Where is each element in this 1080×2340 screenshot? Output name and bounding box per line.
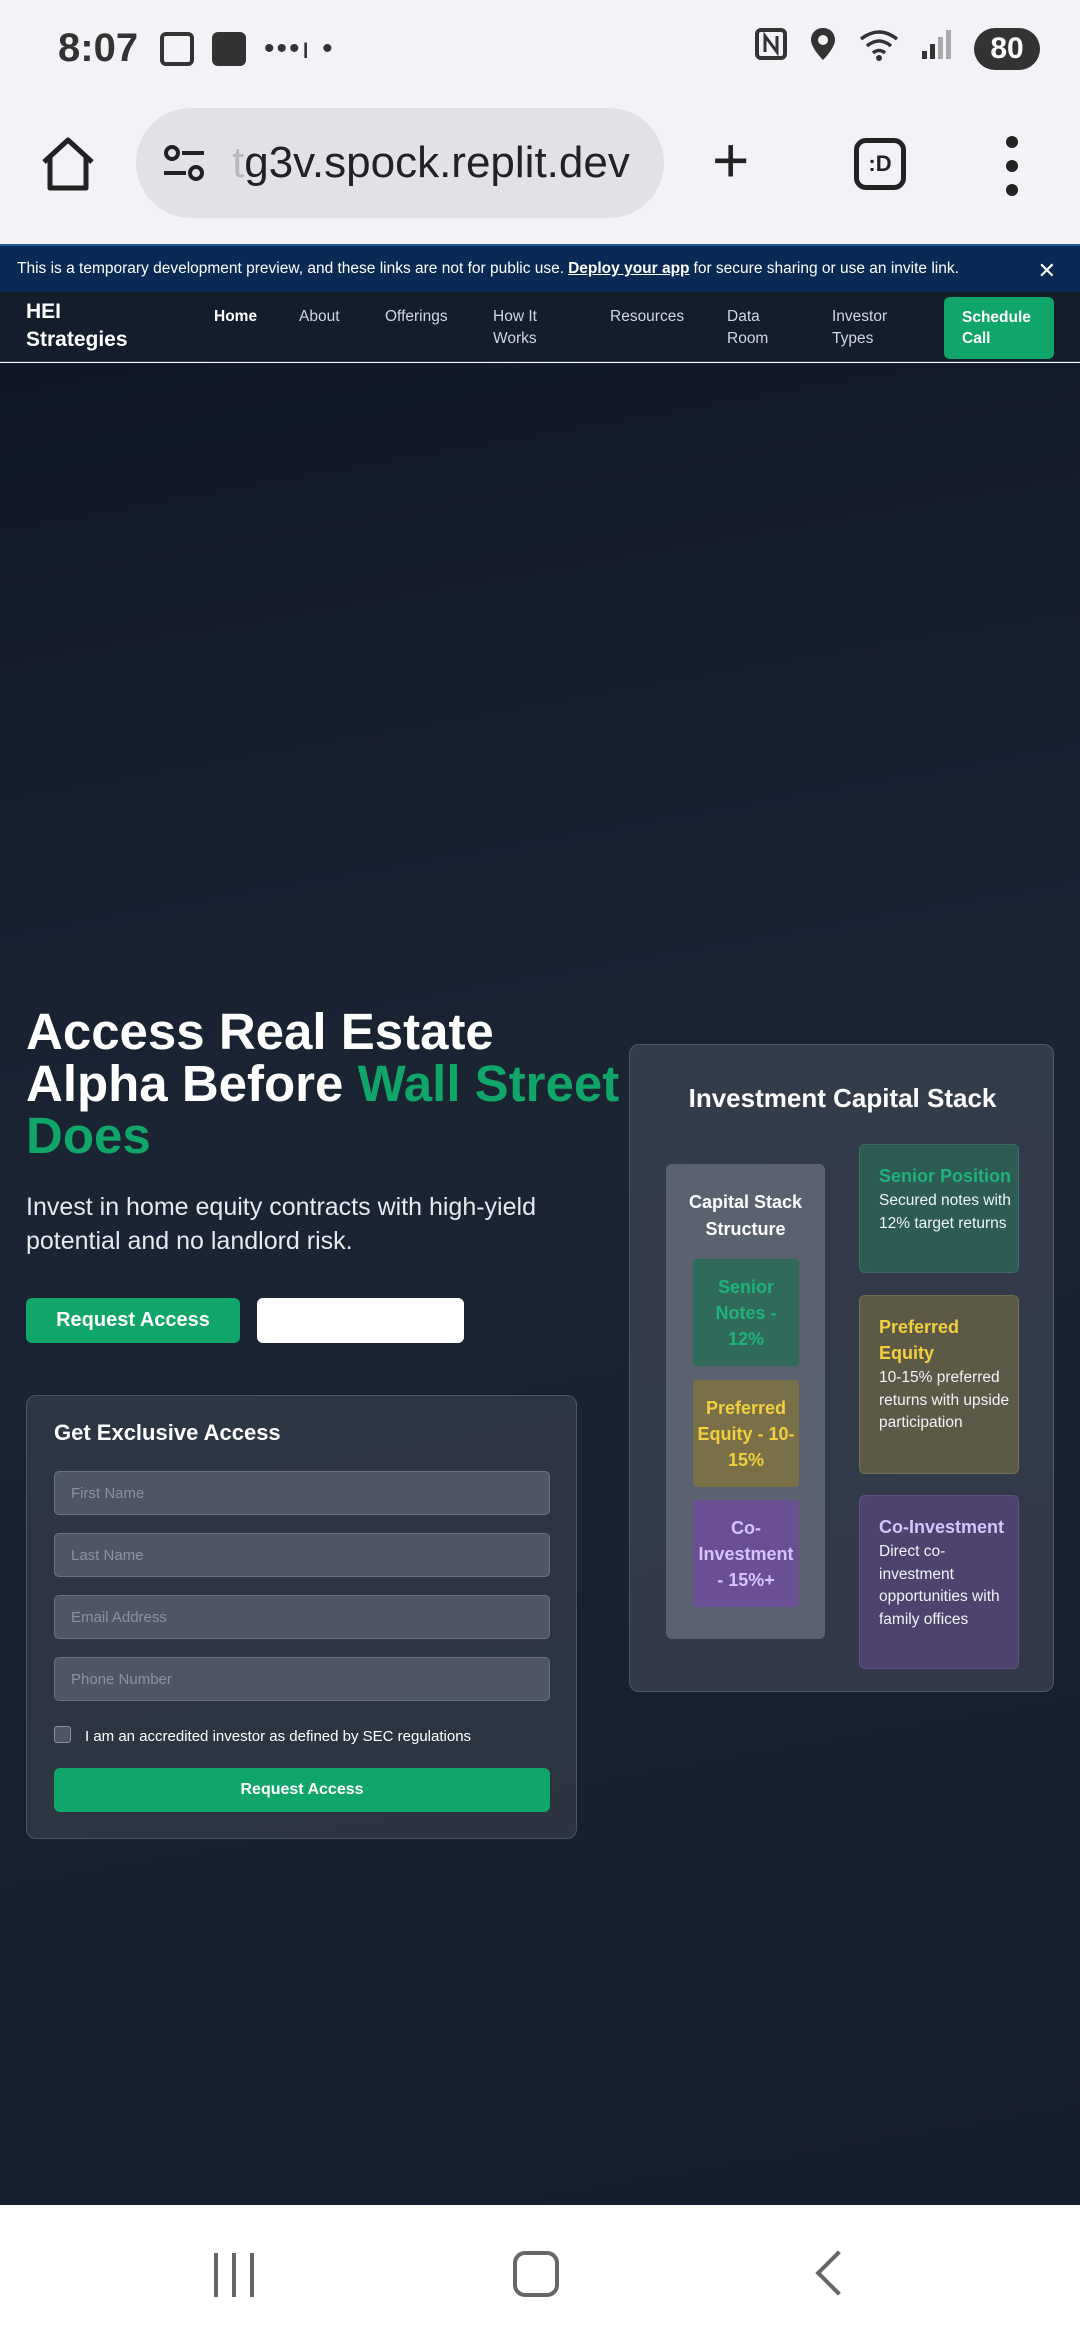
- last-name-field[interactable]: [54, 1533, 550, 1577]
- tier-preferred-equity: Preferred Equity - 10-15%: [693, 1380, 799, 1487]
- capital-stack-structure: Capital Stack Structure Senior Notes - 1…: [666, 1164, 825, 1639]
- home-icon[interactable]: [38, 134, 98, 194]
- url-text: tg3v.spock.replit.dev: [232, 138, 630, 187]
- hero-title: Access Real Estate Alpha Before Wall Str…: [26, 1003, 620, 1164]
- first-name-field[interactable]: [54, 1471, 550, 1515]
- site-logo[interactable]: HEI Strategies: [26, 298, 146, 354]
- address-bar[interactable]: tg3v.spock.replit.dev: [136, 108, 664, 218]
- more-notifications-icon: •••ı •: [264, 32, 335, 65]
- screenshot-icon: [160, 32, 194, 66]
- detail-co-investment: Co-Investment Direct co-investment oppor…: [859, 1495, 1019, 1669]
- signal-icon: [920, 27, 954, 70]
- battery-indicator: 80: [974, 27, 1040, 70]
- location-icon: [808, 26, 838, 71]
- tier-co-investment: Co-Investment - 15%+: [693, 1500, 799, 1607]
- tab-switcher-button[interactable]: :D: [854, 138, 906, 190]
- capital-stack-card: Investment Capital Stack Capital Stack S…: [629, 1044, 1054, 1692]
- page-content: Access Real Estate Alpha Before Wall Str…: [0, 363, 1080, 2205]
- detail-preferred-equity: Preferred Equity 10-15% preferred return…: [859, 1295, 1019, 1474]
- form-title: Get Exclusive Access: [54, 1420, 281, 1445]
- new-tab-icon[interactable]: +: [712, 128, 749, 192]
- clock: 8:07: [58, 26, 139, 70]
- dev-preview-banner: This is a temporary development preview,…: [0, 244, 1080, 292]
- clock-app-icon: [212, 32, 246, 66]
- tier-senior-notes: Senior Notes - 12%: [693, 1259, 799, 1366]
- recents-icon[interactable]: [214, 2253, 254, 2297]
- site-settings-icon[interactable]: [160, 139, 208, 187]
- accredited-checkbox[interactable]: [54, 1726, 71, 1743]
- wifi-icon: [858, 27, 900, 70]
- hero-subtitle: Invest in home equity contracts with hig…: [26, 1193, 536, 1255]
- detail-senior-position: Senior Position Secured notes with 12% t…: [859, 1144, 1019, 1273]
- deploy-app-link[interactable]: Deploy your app: [568, 260, 689, 278]
- status-bar: 8:07 •••ı • 80: [0, 0, 1080, 100]
- email-field[interactable]: [54, 1595, 550, 1639]
- access-form: Get Exclusive Access I am an accredited …: [26, 1395, 577, 1839]
- nav-item-about[interactable]: About: [299, 306, 340, 328]
- browser-toolbar: tg3v.spock.replit.dev + :D: [0, 100, 1080, 244]
- accredited-checkbox-label: I am an accredited investor as defined b…: [85, 1728, 472, 1745]
- nav-item-resources[interactable]: Resources: [610, 306, 684, 328]
- capital-stack-title: Investment Capital Stack: [688, 1083, 997, 1113]
- overflow-menu-icon[interactable]: [1000, 136, 1024, 196]
- nav-item-offerings[interactable]: Offerings: [385, 306, 448, 328]
- schedule-call-button[interactable]: Schedule Call: [944, 297, 1054, 359]
- secondary-button[interactable]: [257, 1298, 464, 1343]
- back-icon[interactable]: [815, 2250, 861, 2296]
- home-button-icon[interactable]: [513, 2251, 559, 2297]
- nav-item-investor-types[interactable]: Investor Types: [832, 306, 902, 350]
- system-navigation-bar: [0, 2205, 1080, 2340]
- structure-heading: Capital Stack Structure: [688, 1192, 803, 1239]
- nav-item-home[interactable]: Home: [214, 306, 257, 328]
- close-icon[interactable]: ✕: [1038, 258, 1056, 284]
- phone-field[interactable]: [54, 1657, 550, 1701]
- site-navigation: HEI Strategies Home About Offerings How …: [0, 292, 1080, 362]
- request-access-button[interactable]: Request Access: [26, 1298, 240, 1343]
- nav-item-data-room[interactable]: Data Room: [727, 306, 777, 350]
- nav-item-how-it-works[interactable]: How It Works: [493, 306, 563, 350]
- nfc-icon: [754, 27, 788, 70]
- form-submit-button[interactable]: Request Access: [54, 1768, 550, 1812]
